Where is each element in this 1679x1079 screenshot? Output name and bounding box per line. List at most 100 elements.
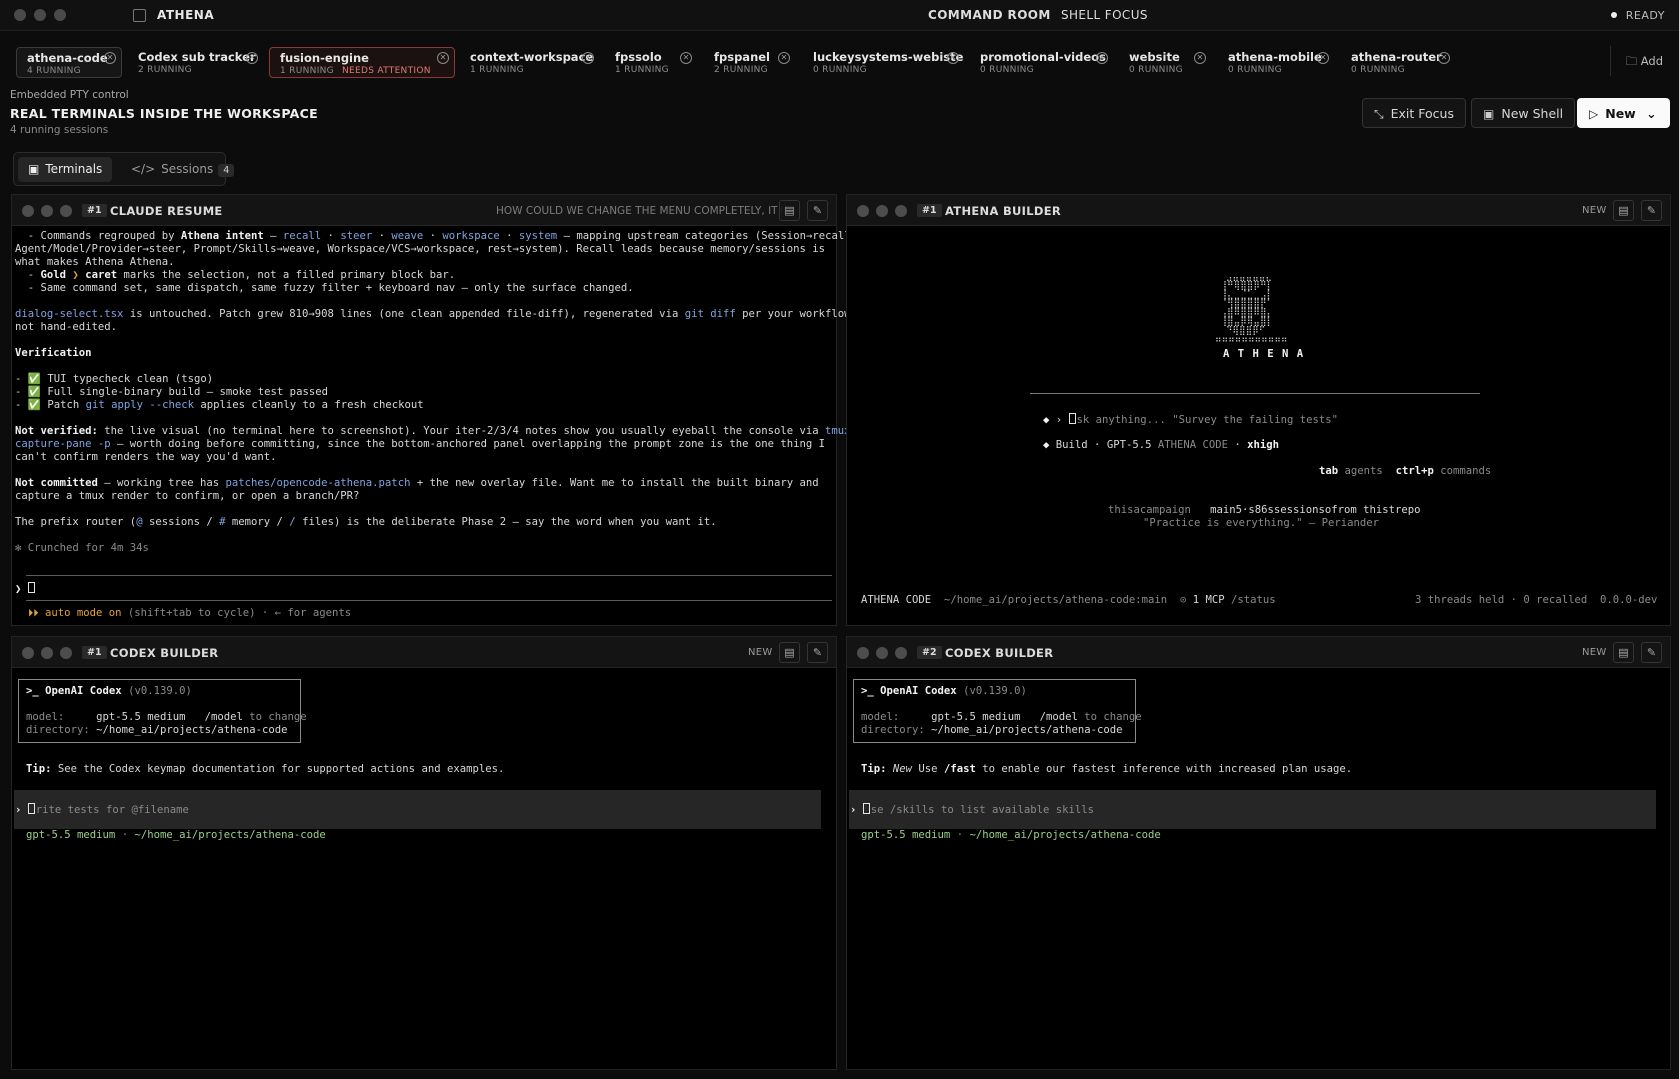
pane-minimize-dot[interactable] bbox=[876, 647, 888, 659]
document-icon[interactable]: ▤ bbox=[1613, 642, 1634, 663]
close-icon[interactable]: ✕ bbox=[1194, 52, 1206, 64]
close-icon[interactable]: ✕ bbox=[582, 52, 594, 64]
logo-text: A T H E N A bbox=[1223, 348, 1305, 360]
exit-focus-button[interactable]: ⤡ Exit Focus bbox=[1362, 98, 1466, 128]
output-line: Not verified: the live visual (no termin… bbox=[15, 425, 851, 437]
codex-version: (v0.139.0) bbox=[963, 685, 1027, 697]
window-maximize-dot[interactable] bbox=[54, 9, 66, 21]
window-close-dot[interactable] bbox=[14, 9, 26, 21]
close-icon[interactable]: ✕ bbox=[1096, 52, 1108, 64]
project-count-text: 1 RUNNING bbox=[280, 66, 334, 76]
pencil-icon[interactable]: ✎ bbox=[1641, 642, 1662, 663]
output-line: can't confirm renders the way you'd want… bbox=[15, 451, 277, 463]
close-icon[interactable]: ✕ bbox=[104, 52, 116, 64]
codex-tip: Tip: See the Codex keymap documentation … bbox=[26, 763, 504, 776]
pane-close-dot[interactable] bbox=[22, 205, 34, 217]
minimize-arrows-icon: ⤡ bbox=[1374, 107, 1384, 121]
tab-sessions[interactable]: </> Sessions 4 bbox=[121, 157, 244, 182]
pane-header: #2 CODEX BUILDER NEW ▤ ✎ bbox=[847, 637, 1670, 668]
pane-maximize-dot[interactable] bbox=[60, 205, 72, 217]
codex-title: >_ OpenAI Codex bbox=[26, 685, 122, 697]
project-name: fpspanel bbox=[714, 50, 771, 64]
project-tab-promotional-videos[interactable]: promotional-videos 0 RUNNING bbox=[970, 47, 1116, 78]
output-line: what makes Athena Athena. bbox=[15, 256, 175, 268]
tab-label: Terminals bbox=[45, 162, 103, 176]
window-minimize-dot[interactable] bbox=[34, 9, 46, 21]
project-tab-codex-sub-tracker[interactable]: Codex sub tracker 2 RUNNING bbox=[128, 47, 266, 78]
athena-quote: "Practice is everything." — Periander bbox=[1143, 517, 1379, 530]
new-session-button[interactable]: ▷ New ⌄ bbox=[1577, 98, 1670, 128]
project-tab-athena-router[interactable]: athena-router 0 RUNNING bbox=[1341, 47, 1452, 78]
document-icon[interactable]: ▤ bbox=[779, 200, 800, 221]
close-icon[interactable]: ✕ bbox=[437, 52, 449, 64]
status-model: gpt-5.5 medium bbox=[26, 829, 116, 841]
pane-minimize-dot[interactable] bbox=[876, 205, 888, 217]
output-line: - Commands regrouped by Athena intent — … bbox=[15, 230, 857, 242]
code-icon: </> bbox=[131, 162, 156, 176]
pane-maximize-dot[interactable] bbox=[895, 205, 907, 217]
new-badge: NEW bbox=[1582, 205, 1607, 216]
terminal-icon: ▣ bbox=[1483, 107, 1495, 121]
pane-minimize-dot[interactable] bbox=[41, 205, 53, 217]
pane-maximize-dot[interactable] bbox=[895, 647, 907, 659]
close-icon[interactable]: ✕ bbox=[246, 52, 258, 64]
project-name: Codex sub tracker bbox=[138, 50, 256, 64]
close-icon[interactable]: ✕ bbox=[778, 52, 790, 64]
footer-right: 3 threads held · 0 recalled 0.0.0-dev bbox=[1415, 594, 1658, 606]
pane-maximize-dot[interactable] bbox=[60, 647, 72, 659]
sidebar-toggle-checkbox[interactable] bbox=[133, 9, 146, 22]
add-project-button[interactable]: 🗀 Add bbox=[1626, 54, 1663, 73]
close-icon[interactable]: ✕ bbox=[680, 52, 692, 64]
text-cursor bbox=[27, 582, 35, 593]
codex-prompt-input[interactable]: › se /skills to list available skills bbox=[850, 803, 1094, 817]
pencil-icon[interactable]: ✎ bbox=[807, 200, 828, 221]
auto-mode-label: ⏵⏵ auto mode on bbox=[28, 607, 122, 619]
project-tab-fpssolo[interactable]: fpssolo 1 RUNNING bbox=[605, 47, 679, 78]
codex-info: >_ OpenAI Codex (v0.139.0) model: gpt-5.… bbox=[861, 685, 1142, 737]
pane-close-dot[interactable] bbox=[857, 205, 869, 217]
project-tab-fusion-engine[interactable]: fusion-engine 1 RUNNING NEEDS ATTENTION bbox=[269, 47, 455, 78]
divider bbox=[1610, 46, 1611, 76]
crunched-status: ✻ Crunched for 4m 34s bbox=[15, 542, 149, 554]
project-tab-context-workspace[interactable]: context-workspace 1 RUNNING bbox=[460, 47, 603, 78]
directory-value: ~/home_ai/projects/athena-code bbox=[96, 724, 288, 736]
tip-text: Use bbox=[912, 763, 944, 775]
codex-title: >_ OpenAI Codex bbox=[861, 685, 957, 697]
tab-terminals[interactable]: ▣ Terminals bbox=[18, 157, 113, 182]
project-tab-luckeysystems-webiste[interactable]: luckeysystems-webiste 0 RUNNING bbox=[803, 47, 973, 78]
project-count: 0 RUNNING bbox=[1351, 65, 1405, 75]
project-tab-website[interactable]: website 0 RUNNING bbox=[1119, 47, 1193, 78]
model-label: GPT-5.5 bbox=[1106, 439, 1152, 451]
effort-label: xhigh bbox=[1247, 439, 1280, 451]
athena-context-line: thisacampaign main5·s86ssessionsofrom th… bbox=[1108, 504, 1421, 517]
pencil-icon[interactable]: ✎ bbox=[807, 642, 828, 663]
output-line: - ✅ TUI typecheck clean (tsgo) bbox=[15, 373, 214, 385]
pencil-icon[interactable]: ✎ bbox=[1641, 200, 1662, 221]
project-tab-fpspanel[interactable]: fpspanel 2 RUNNING bbox=[704, 47, 780, 78]
hint-label: agents bbox=[1344, 465, 1383, 477]
project-tab-athena-mobile[interactable]: athena-mobile 0 RUNNING bbox=[1218, 47, 1332, 78]
view-secondary: SHELL FOCUS bbox=[1060, 8, 1148, 22]
project-count: 1 RUNNING bbox=[615, 65, 669, 75]
codex-prompt-input[interactable]: › rite tests for @filename bbox=[15, 803, 189, 817]
model-hint: to change bbox=[1084, 711, 1142, 723]
pane-close-dot[interactable] bbox=[22, 647, 34, 659]
terminal-pane-claude-resume: #1 CLAUDE RESUME HOW COULD WE CHANGE THE… bbox=[11, 194, 857, 626]
pane-minimize-dot[interactable] bbox=[41, 647, 53, 659]
project-count: 1 RUNNING NEEDS ATTENTION bbox=[280, 66, 444, 76]
tip-text: See the Codex keymap documentation for s… bbox=[51, 763, 505, 775]
close-icon[interactable]: ✕ bbox=[947, 52, 959, 64]
close-icon[interactable]: ✕ bbox=[1438, 52, 1450, 64]
project-count: 2 RUNNING bbox=[138, 65, 192, 75]
project-name: website bbox=[1129, 50, 1180, 64]
document-icon[interactable]: ▤ bbox=[1613, 200, 1634, 221]
pane-close-dot[interactable] bbox=[857, 647, 869, 659]
claude-prompt-input[interactable]: ❯ bbox=[15, 582, 36, 596]
new-shell-button[interactable]: ▣ New Shell bbox=[1471, 98, 1576, 128]
project-tab-bar: athena-code 4 RUNNING ✕ Codex sub tracke… bbox=[0, 40, 1679, 80]
hint-key: tab bbox=[1319, 465, 1339, 477]
document-icon[interactable]: ▤ bbox=[779, 642, 800, 663]
athena-prompt-input[interactable]: ◆ › sk anything... "Survey the failing t… bbox=[1043, 413, 1338, 427]
project-name: fusion-engine bbox=[280, 51, 369, 65]
close-icon[interactable]: ✕ bbox=[1317, 52, 1329, 64]
